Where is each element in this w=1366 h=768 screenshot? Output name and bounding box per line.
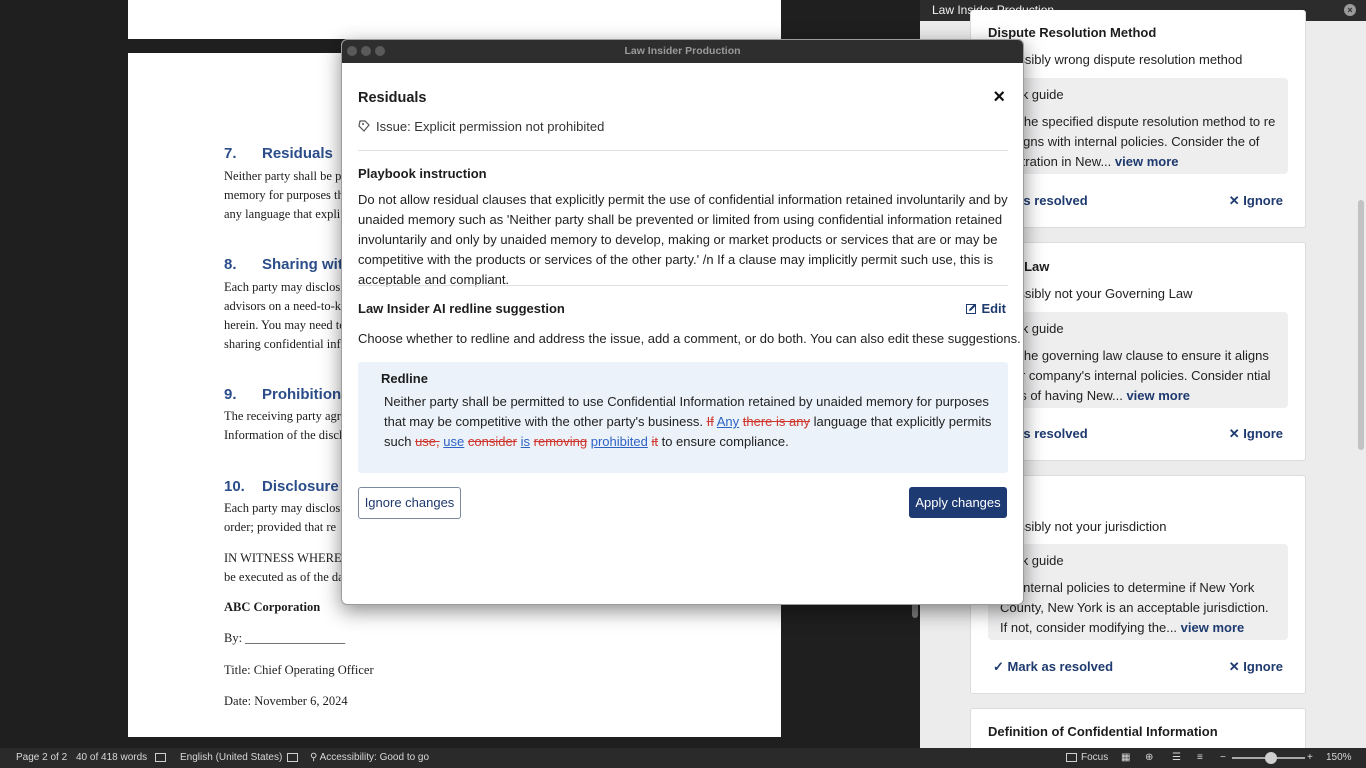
- check-icon: ✓: [993, 659, 1008, 674]
- close-icon[interactable]: ×: [993, 87, 1005, 107]
- section-title: Sharing with: [262, 256, 352, 273]
- signature-company: ABC Corporation: [224, 600, 321, 614]
- signature-date: Date: November 6, 2024: [224, 694, 348, 708]
- guide-text: ew the specified dispute resolution meth…: [1000, 112, 1276, 172]
- web-layout-icon[interactable]: ⊕: [1145, 748, 1153, 768]
- playbook-instruction-label: Playbook instruction: [358, 166, 487, 181]
- ai-suggestion-text: Choose whether to redline and address th…: [358, 331, 1021, 346]
- ignore-button[interactable]: ✕ Ignore: [1229, 426, 1283, 442]
- ignore-changes-button[interactable]: Ignore changes: [358, 487, 461, 519]
- ignore-label: Ignore: [1243, 659, 1283, 674]
- redline-insertion: Any: [716, 414, 740, 429]
- proofing-icon[interactable]: [155, 748, 170, 768]
- section-heading-8: 8. Sharing with: [224, 256, 352, 273]
- redline-deletion: consider: [467, 434, 518, 449]
- accessibility-label: Accessibility: Good to go: [319, 752, 430, 763]
- issue-card-confidential-info: Definition of Confidential Information: [970, 708, 1306, 748]
- dialog-window-title: Law Insider Production: [624, 45, 741, 57]
- track-changes-icon[interactable]: [287, 748, 302, 768]
- playbook-guide: book guide ew the specified dispute reso…: [988, 78, 1288, 174]
- edit-icon: [966, 304, 977, 314]
- redline-insertion: prohibited: [590, 434, 648, 449]
- ignore-button[interactable]: ✕ Ignore: [1229, 659, 1283, 675]
- view-more-link[interactable]: view more: [1181, 620, 1245, 635]
- zoom-out-icon[interactable]: −: [1220, 748, 1226, 768]
- playbook-instruction-text: Do not allow residual clauses that expli…: [358, 192, 1008, 287]
- zoom-in-icon[interactable]: +: [1307, 748, 1313, 768]
- mark-resolved-button[interactable]: ✓ Mark as resolved: [993, 659, 1113, 675]
- dialog-issue: Issue: Explicit permission not prohibite…: [358, 119, 604, 134]
- view-more-link[interactable]: view more: [1115, 154, 1179, 169]
- zoom-level[interactable]: 150%: [1326, 748, 1352, 768]
- dialog-issue-text: Issue: Explicit permission not prohibite…: [376, 119, 605, 134]
- signature-title: Title: Chief Operating Officer: [224, 663, 374, 677]
- redline-label: Redline: [381, 371, 428, 386]
- edit-button[interactable]: Edit: [966, 301, 1006, 316]
- guide-label: book guide: [1000, 553, 1064, 568]
- redline-insertion: is: [520, 434, 531, 449]
- close-icon: ✕: [1228, 659, 1244, 674]
- outline-view-icon[interactable]: ☰: [1172, 748, 1181, 768]
- zoom-slider-knob[interactable]: [1265, 752, 1277, 764]
- page-count[interactable]: Page 2 of 2: [16, 748, 67, 768]
- ignore-button[interactable]: ✕ Ignore: [1229, 193, 1283, 209]
- language-indicator[interactable]: English (United States): [180, 748, 282, 768]
- redline-deletion: there is any: [742, 414, 810, 429]
- proofing-icon-glyph: [155, 752, 166, 762]
- document-page-1: [128, 0, 781, 39]
- accessibility-icon: ⚲: [310, 752, 320, 763]
- redline-box: Redline Neither party shall be permitted…: [358, 362, 1008, 473]
- accessibility-status[interactable]: ⚲ Accessibility: Good to go: [310, 748, 429, 768]
- mark-resolved-label: Mark as resolved: [1007, 659, 1114, 674]
- redline-unchanged: to ensure compliance.: [657, 434, 789, 449]
- close-icon: ✕: [1228, 426, 1244, 441]
- guide-label: book guide: [1000, 321, 1064, 336]
- section-number: 7.: [224, 145, 237, 162]
- dialog-titlebar: Law Insider Production: [342, 40, 1023, 63]
- track-changes-glyph: [287, 752, 298, 762]
- guide-text: ew the governing law clause to ensure it…: [1000, 346, 1276, 406]
- guide-label: book guide: [1000, 87, 1064, 102]
- focus-button[interactable]: Focus: [1066, 748, 1108, 768]
- dialog-heading: Residuals: [358, 90, 427, 106]
- section-heading-7: 7. Residuals: [224, 145, 333, 162]
- apply-changes-button[interactable]: Apply changes: [909, 487, 1007, 518]
- playbook-guide: book guide ew the governing law clause t…: [988, 312, 1288, 408]
- close-icon: ✕: [1228, 193, 1244, 208]
- divider: [358, 150, 1008, 151]
- divider: [358, 285, 1008, 286]
- issue-card-title: Dispute Resolution Method: [988, 25, 1157, 40]
- issue-card-issue: e: Possibly wrong dispute resolution met…: [988, 52, 1243, 67]
- ai-suggestion-label: Law Insider AI redline suggestion: [358, 301, 565, 316]
- redline-text[interactable]: Neither party shall be permitted to use …: [384, 392, 994, 452]
- focus-label: Focus: [1081, 752, 1109, 763]
- redline-deletion: If: [706, 414, 714, 429]
- redline-dialog: Law Insider Production Residuals × Issue…: [341, 39, 1024, 605]
- playbook-guide: book guide ew internal policies to deter…: [988, 544, 1288, 640]
- print-layout-icon[interactable]: ▦: [1121, 748, 1130, 768]
- ignore-label: Ignore: [1243, 193, 1283, 208]
- section-number: 9.: [224, 386, 237, 403]
- issue-card-title: Definition of Confidential Information: [988, 724, 1218, 739]
- pane-scrollbar[interactable]: [1358, 200, 1364, 450]
- focus-icon: [1066, 752, 1077, 762]
- redline-insertion: use: [443, 434, 465, 449]
- status-bar: Page 2 of 2 40 of 418 words English (Uni…: [0, 748, 1366, 768]
- close-icon[interactable]: ×: [1344, 4, 1356, 16]
- section-number: 8.: [224, 256, 237, 273]
- edit-label: Edit: [981, 301, 1006, 316]
- ignore-label: Ignore: [1243, 426, 1283, 441]
- signature-by: By: ________________: [224, 631, 346, 645]
- section-title: Residuals: [262, 145, 333, 162]
- redline-deletion: use,: [415, 434, 440, 449]
- section-number: 10.: [224, 478, 245, 495]
- redline-deletion: removing: [533, 434, 588, 449]
- section-heading-10: 10. Disclosure by: [224, 478, 360, 495]
- draft-view-icon[interactable]: ≡: [1197, 748, 1203, 768]
- guide-text: ew internal policies to determine if New…: [1000, 578, 1276, 638]
- view-more-link[interactable]: view more: [1126, 388, 1190, 403]
- word-count[interactable]: 40 of 418 words: [76, 748, 147, 768]
- tag-icon: [358, 120, 370, 132]
- section-heading-9: 9. Prohibition o: [224, 386, 354, 403]
